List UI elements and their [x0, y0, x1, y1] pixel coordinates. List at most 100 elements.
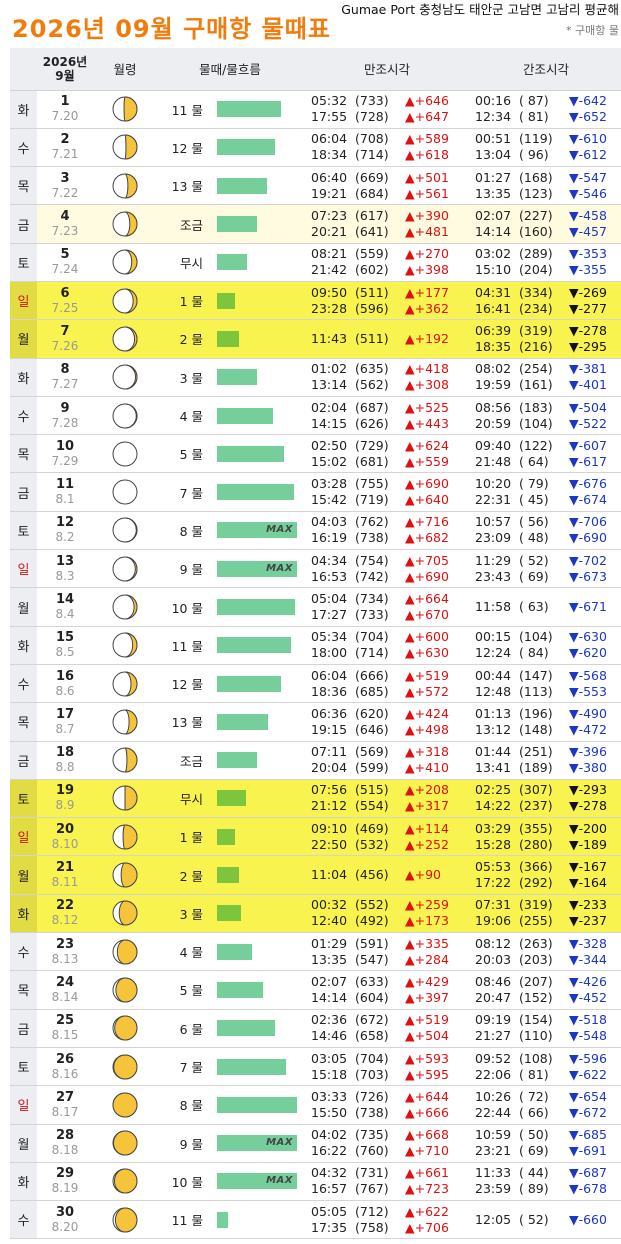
solar-day: 1	[60, 94, 70, 110]
high-tide-time: 15:50	[311, 1104, 348, 1120]
high-tide-entry: 17:35 (758) ▲+706	[303, 1220, 471, 1236]
high-tide-time: 05:05	[311, 1203, 348, 1219]
lunar-date: 7.28	[51, 415, 79, 430]
low-tide-height: (319)	[518, 897, 553, 913]
low-tide-diff: ▼-344	[568, 951, 607, 967]
date-cell: 20 8.10	[37, 818, 93, 856]
high-tide-entry: 14:14 (604) ▲+397	[303, 990, 471, 1006]
low-tide-entry: 02:07 (227) ▼-458	[471, 208, 621, 224]
moon-phase-cell	[93, 90, 157, 128]
moon-phase-cell	[93, 167, 157, 205]
low-tide-diff: ▼-617	[568, 453, 607, 469]
tide-flow-cell	[217, 664, 303, 702]
high-tide-time: 07:23	[311, 208, 348, 224]
day-of-week: 화	[10, 90, 37, 129]
high-tide-height: (714)	[354, 147, 389, 163]
tide-name: 4 물	[179, 409, 203, 425]
high-tide-time: 16:53	[311, 568, 348, 584]
high-tide-diff: ▲+173	[404, 913, 449, 929]
high-tide-cell: 05:34 (704) ▲+600 18:00 (714) ▲+630	[303, 626, 471, 664]
lunar-date: 7.27	[51, 377, 79, 392]
header-low-tide: 간조시각	[471, 48, 621, 91]
low-tide-cell: 02:07 (227) ▼-458 14:14 (160) ▼-457	[471, 205, 621, 243]
high-tide-height: (681)	[354, 453, 389, 469]
high-tide-time: 07:11	[311, 744, 348, 760]
lunar-date: 8.1	[55, 492, 75, 507]
high-tide-height: (511)	[354, 330, 389, 346]
table-row: 토 26 8.16 7 물 03:05 (704) ▲+593 15:18 (703) ▲+5…	[10, 1047, 621, 1086]
high-tide-height: (687)	[354, 399, 389, 415]
lunar-date: 7.20	[51, 109, 79, 124]
tide-flow-cell	[217, 1086, 303, 1124]
high-tide-entry: 05:34 (704) ▲+600	[303, 629, 471, 645]
low-tide-height: ( 63)	[518, 599, 549, 614]
high-tide-diff: ▲+624	[404, 437, 449, 453]
tide-flow-cell	[217, 779, 303, 817]
date-cell: 4 7.23	[37, 205, 93, 243]
tide-flow-cell	[217, 588, 303, 626]
table-row: 목 17 8.7 13 물 06:36 (620) ▲+424 19:15 (646) ▲+4…	[10, 702, 621, 742]
high-tide-height: (604)	[354, 989, 389, 1005]
low-tide-time: 21:48	[475, 453, 512, 469]
low-tide-height: (108)	[518, 1050, 553, 1066]
tide-name: 10 물	[171, 600, 203, 616]
lunar-date: 8.19	[51, 1181, 79, 1196]
low-tide-height: (254)	[518, 361, 553, 377]
low-tide-time: 23:21	[475, 1143, 512, 1159]
high-tide-diff: ▲+424	[404, 705, 449, 721]
low-tide-cell: 09:52 (108) ▼-596 22:06 ( 81) ▼-622	[471, 1047, 621, 1085]
high-tide-entry: 17:55 (728) ▲+647	[303, 109, 471, 125]
table-row: 토 12 8.2 8 물 MAX 04:03 (762) ▲+716 16:19 (738) ▲…	[10, 511, 621, 550]
tide-flow-bar	[217, 943, 252, 960]
tide-name: 5 물	[179, 983, 203, 999]
tide-name: 1 물	[179, 830, 203, 846]
low-tide-time: 05:53	[475, 859, 512, 875]
high-tide-time: 11:04	[311, 867, 348, 883]
low-tide-diff: ▼-607	[568, 437, 607, 453]
low-tide-entry: 00:44 (147) ▼-568	[471, 668, 621, 684]
solar-day: 11	[55, 477, 75, 493]
low-tide-entry: 10:26 ( 72) ▼-654	[471, 1089, 621, 1105]
tide-name: 10 물	[171, 1174, 203, 1190]
moon-phase-cell	[93, 128, 157, 166]
high-tide-height: (596)	[354, 300, 389, 316]
high-tide-height: (734)	[354, 591, 389, 606]
tide-flow-cell	[217, 128, 303, 166]
date-cell: 23 8.13	[37, 933, 93, 971]
table-row: 일 20 8.10 1 물 09:10 (469) ▲+114 22:50 (532) ▲+2…	[10, 817, 621, 856]
tide-flow-bar	[217, 369, 257, 386]
high-tide-entry: 06:40 (669) ▲+501	[303, 170, 471, 186]
low-tide-height: ( 69)	[518, 568, 549, 584]
high-tide-diff: ▲+398	[404, 262, 449, 278]
low-tide-height: ( 50)	[518, 1127, 549, 1143]
solar-day: 24	[55, 974, 75, 990]
low-tide-time: 11:58	[475, 599, 512, 614]
low-tide-height: (280)	[518, 836, 553, 852]
tide-name: 8 물	[179, 523, 203, 539]
tide-name: 무시	[179, 255, 203, 271]
low-tide-height: (289)	[518, 246, 553, 262]
solar-day: 2	[60, 132, 70, 148]
low-tide-height: (216)	[518, 338, 553, 354]
high-tide-height: (646)	[354, 721, 389, 737]
high-tide-time: 21:42	[311, 262, 348, 278]
moon-phase-icon	[112, 1054, 138, 1080]
tide-flow-cell: MAX	[217, 550, 303, 588]
header-high-tide: 만조시각	[303, 48, 471, 91]
low-tide-time: 10:26	[475, 1088, 512, 1104]
tide-flow-bar	[217, 828, 235, 845]
high-tide-time: 14:46	[311, 1028, 348, 1044]
low-tide-height: (355)	[518, 820, 553, 836]
low-tide-height: ( 81)	[518, 109, 549, 125]
low-tide-height: (113)	[518, 683, 553, 699]
low-tide-diff: ▼-702	[568, 552, 607, 568]
low-tide-time: 12:05	[475, 1211, 512, 1227]
high-tide-height: (760)	[354, 1143, 389, 1159]
high-tide-cell: 05:04 (734) ▲+664 17:27 (733) ▲+670	[303, 588, 471, 626]
table-row: 월 7 7.26 2 물 11:43 (511) ▲+192 06:39 (319) ▼-27…	[10, 319, 621, 359]
high-tide-cell: 05:05 (712) ▲+622 17:35 (758) ▲+706	[303, 1201, 471, 1239]
moon-phase-cell	[93, 741, 157, 779]
low-tide-diff: ▼-237	[568, 913, 607, 929]
high-tide-height: (712)	[354, 1203, 389, 1219]
solar-day: 20	[55, 821, 75, 837]
